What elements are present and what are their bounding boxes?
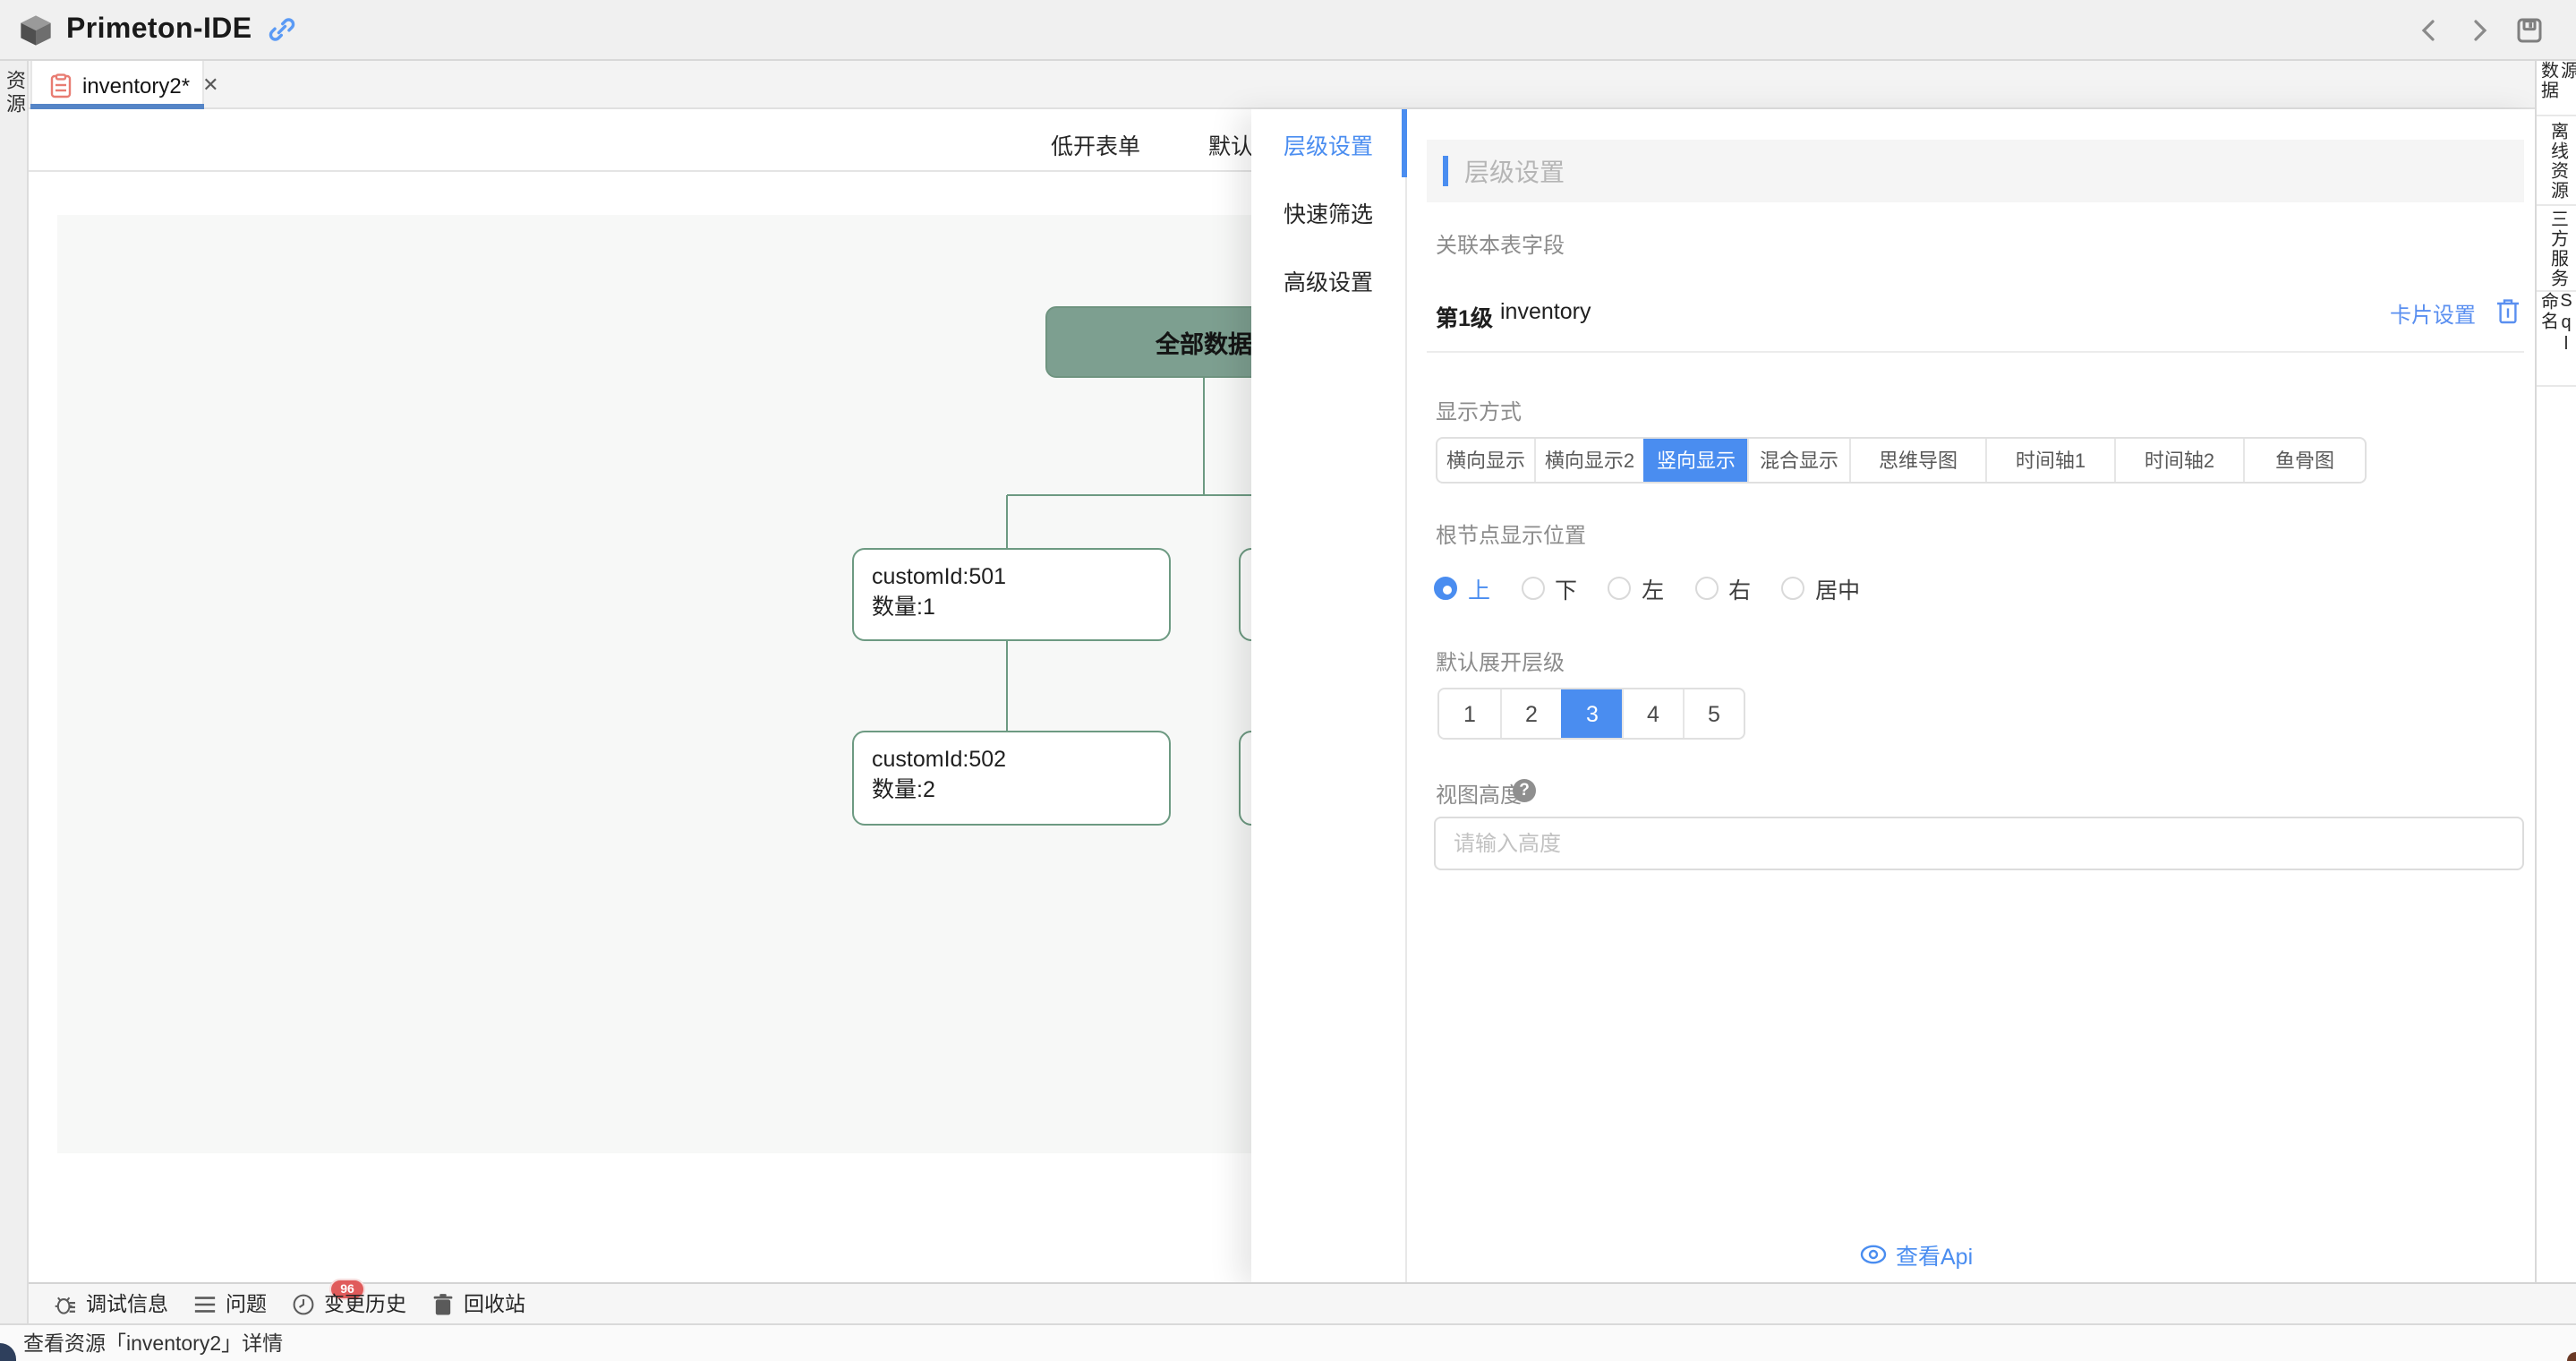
mode-horizontal[interactable]: 横向显示 xyxy=(1437,439,1534,482)
rail-item-named-sql[interactable]: 命名Sql xyxy=(2537,292,2576,387)
settings-overlay-panel: 层级设置 快速筛选 高级设置 层级设置 关联本表字段 第1级 inventory… xyxy=(1251,109,2537,1282)
view-height-label: 视图高度 xyxy=(1436,779,1522,809)
radio-top[interactable]: 上 xyxy=(1434,571,1490,605)
expand-level-label: 默认展开层级 xyxy=(1436,646,1565,677)
status-message: 查看资源「inventory2」详情 xyxy=(23,1329,283,1357)
row-divider xyxy=(1427,351,2524,353)
level-row-field: inventory xyxy=(1500,299,1591,324)
level-1[interactable]: 1 xyxy=(1439,689,1500,738)
mode-mindmap[interactable]: 思维导图 xyxy=(1849,439,1985,482)
expand-level-group: 1 2 3 4 5 xyxy=(1437,688,1745,740)
left-rail-resources[interactable]: 资源 xyxy=(0,61,29,1323)
radio-circle xyxy=(1781,577,1804,600)
nav-forward-icon[interactable] xyxy=(2465,16,2494,45)
node-line1: customId:502 xyxy=(872,745,1169,775)
root-position-radio-group: 上 下 左 右 居中 xyxy=(1434,571,1860,605)
app-title: Primeton-IDE xyxy=(66,13,252,46)
level-row-label: 第1级 xyxy=(1436,299,1493,333)
radio-circle xyxy=(1521,577,1544,600)
node-line1: customId:501 xyxy=(872,562,1169,593)
view-height-input[interactable] xyxy=(1434,817,2524,870)
field-section-label: 关联本表字段 xyxy=(1436,229,1565,260)
radio-circle xyxy=(1608,577,1631,600)
left-rail-label: 资源 xyxy=(2,70,27,116)
app-window: Primeton-IDE 资源 inv xyxy=(0,0,2576,1361)
level-3[interactable]: 3 xyxy=(1561,689,1622,738)
delete-level-trash-icon[interactable] xyxy=(2495,297,2521,324)
mode-horizontal2[interactable]: 横向显示2 xyxy=(1534,439,1643,482)
mode-timeline1[interactable]: 时间轴1 xyxy=(1985,439,2114,482)
list-icon xyxy=(193,1292,217,1315)
rail-item-datasource[interactable]: 数据源 xyxy=(2537,61,2576,116)
right-rail: 数据源 离线资源 三方服务 命名Sql xyxy=(2535,61,2576,1282)
toolbar-divider xyxy=(29,170,1251,172)
debug-info-button[interactable]: 调试信息 xyxy=(54,1289,168,1318)
node-line2: 数量:1 xyxy=(872,593,1169,623)
title-bar: Primeton-IDE xyxy=(0,0,2576,61)
tab-close-icon[interactable]: ✕ xyxy=(202,73,218,97)
mode-mixed[interactable]: 混合显示 xyxy=(1747,439,1849,482)
rail-item-third-party-services[interactable]: 三方服务 xyxy=(2537,206,2576,292)
view-api-link[interactable]: 查看Api xyxy=(1860,1237,1973,1271)
root-node-label: 全部数据 xyxy=(1156,324,1252,360)
radio-bottom[interactable]: 下 xyxy=(1521,571,1577,605)
panel-header: 层级设置 xyxy=(1427,140,2524,202)
tab-inventory2[interactable]: inventory2* ✕ xyxy=(30,61,204,109)
nav-back-icon[interactable] xyxy=(2415,16,2444,45)
menu-item-quick-filter[interactable]: 快速筛选 xyxy=(1251,177,1405,245)
level-4[interactable]: 4 xyxy=(1622,689,1683,738)
issues-label: 问题 xyxy=(226,1289,267,1318)
save-icon[interactable] xyxy=(2515,16,2544,45)
tree-node-501[interactable]: customId:501 数量:1 xyxy=(852,548,1171,641)
recycle-bin-button[interactable]: 回收站 xyxy=(431,1289,525,1318)
root-position-label: 根节点显示位置 xyxy=(1436,519,1586,550)
tree-root-node[interactable]: 全部数据 xyxy=(1045,306,1276,378)
app-logo-cube-icon xyxy=(18,12,54,47)
level-2[interactable]: 2 xyxy=(1500,689,1561,738)
view-api-label: 查看Api xyxy=(1896,1237,1973,1271)
form-doc-icon xyxy=(50,73,72,98)
link-icon[interactable] xyxy=(267,14,297,45)
panel-header-title: 层级设置 xyxy=(1464,153,1565,189)
tree-node-502[interactable]: customId:502 数量:2 xyxy=(852,731,1171,826)
eye-icon xyxy=(1860,1245,1887,1264)
change-history-button[interactable]: 变更历史 xyxy=(292,1289,406,1318)
header-accent-bar xyxy=(1443,156,1448,186)
mode-timeline2[interactable]: 时间轴2 xyxy=(2114,439,2243,482)
settings-menu: 层级设置 快速筛选 高级设置 xyxy=(1251,109,1407,1282)
radio-right[interactable]: 右 xyxy=(1694,571,1751,605)
status-bar: 查看资源「inventory2」详情 xyxy=(0,1323,2576,1361)
radio-circle xyxy=(1434,577,1457,600)
radio-left[interactable]: 左 xyxy=(1608,571,1664,605)
node-line2: 数量:2 xyxy=(872,775,1169,806)
display-mode-group: 横向显示 横向显示2 竖向显示 混合显示 思维导图 时间轴1 时间轴2 鱼骨图 xyxy=(1436,437,2367,484)
clock-icon xyxy=(292,1292,315,1315)
rail-item-offline-resources[interactable]: 离线资源 xyxy=(2537,116,2576,206)
debug-info-label: 调试信息 xyxy=(86,1289,168,1318)
tab-label: inventory2* xyxy=(82,73,190,98)
bug-icon xyxy=(54,1292,77,1315)
trash-filled-icon xyxy=(431,1292,455,1315)
change-history-label: 变更历史 xyxy=(324,1289,406,1318)
tab-bar: inventory2* ✕ xyxy=(29,61,2535,109)
issues-button[interactable]: 问题 96 xyxy=(193,1289,267,1318)
menu-item-level-settings[interactable]: 层级设置 xyxy=(1251,109,1405,177)
diagram-canvas[interactable]: 全部数据 customId:501 数量:1 customId:502 数量:2 xyxy=(57,215,1276,1153)
level-5[interactable]: 5 xyxy=(1683,689,1744,738)
bottom-tool-bar: 调试信息 问题 96 变更历史 回收站 xyxy=(29,1282,2576,1323)
recycle-bin-label: 回收站 xyxy=(464,1289,525,1318)
title-bar-actions xyxy=(2415,0,2544,61)
card-settings-link[interactable]: 卡片设置 xyxy=(2390,299,2476,330)
help-icon[interactable]: ? xyxy=(1513,779,1536,802)
mode-fishbone[interactable]: 鱼骨图 xyxy=(2243,439,2365,482)
radio-circle xyxy=(1694,577,1718,600)
level-settings-panel: 层级设置 关联本表字段 第1级 inventory 卡片设置 显示方式 横向显示… xyxy=(1407,109,2537,1282)
radio-center[interactable]: 居中 xyxy=(1781,571,1860,605)
display-mode-label: 显示方式 xyxy=(1436,396,1522,426)
toolbar-lowcode-form-button[interactable]: 低开表单 xyxy=(1051,127,1140,161)
mode-vertical[interactable]: 竖向显示 xyxy=(1643,439,1747,482)
menu-item-advanced-settings[interactable]: 高级设置 xyxy=(1251,245,1405,313)
